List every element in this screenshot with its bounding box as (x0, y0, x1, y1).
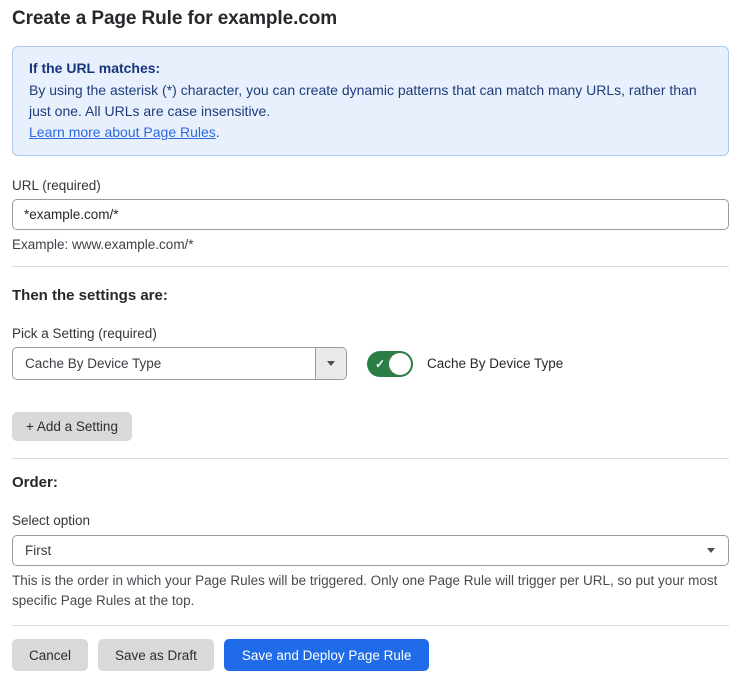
cancel-button[interactable]: Cancel (12, 639, 88, 671)
divider (12, 625, 729, 626)
page-rule-form: Create a Page Rule for example.com If th… (0, 0, 750, 671)
order-select-value: First (25, 543, 51, 558)
info-box-body: By using the asterisk (*) character, you… (29, 80, 712, 122)
checkmark-icon: ✓ (375, 358, 385, 370)
footer-actions: Cancel Save as Draft Save and Deploy Pag… (12, 639, 729, 671)
setting-select-value: Cache By Device Type (13, 348, 315, 379)
url-field-label: URL (required) (12, 178, 729, 193)
add-setting-button[interactable]: + Add a Setting (12, 412, 132, 441)
page-title: Create a Page Rule for example.com (12, 8, 729, 30)
setting-select[interactable]: Cache By Device Type (12, 347, 347, 380)
caret-down-icon (707, 548, 715, 553)
url-input[interactable] (12, 199, 729, 230)
toggle-label: Cache By Device Type (427, 356, 563, 371)
save-as-draft-button[interactable]: Save as Draft (98, 639, 214, 671)
setting-picker-label: Pick a Setting (required) (12, 326, 729, 341)
learn-more-link[interactable]: Learn more about Page Rules (29, 124, 216, 140)
settings-section-heading: Then the settings are: (12, 287, 729, 304)
divider (12, 266, 729, 267)
order-select-label: Select option (12, 513, 729, 528)
info-box-heading: If the URL matches: (29, 58, 712, 79)
info-box-link-line: Learn more about Page Rules. (29, 122, 712, 143)
cache-by-device-type-toggle[interactable]: ✓ (367, 351, 413, 377)
toggle-knob (389, 353, 411, 375)
order-section-heading: Order: (12, 474, 729, 491)
order-help-text: This is the order in which your Page Rul… (12, 571, 728, 611)
setting-select-arrow-button[interactable] (315, 348, 346, 379)
caret-down-icon (327, 361, 335, 366)
url-example-text: Example: www.example.com/* (12, 237, 729, 252)
setting-row: Cache By Device Type ✓ Cache By Device T… (12, 347, 729, 380)
link-suffix: . (216, 124, 220, 140)
url-match-info-box: If the URL matches: By using the asteris… (12, 46, 729, 156)
save-and-deploy-button[interactable]: Save and Deploy Page Rule (224, 639, 430, 671)
order-select[interactable]: First (12, 535, 729, 566)
divider (12, 458, 729, 459)
